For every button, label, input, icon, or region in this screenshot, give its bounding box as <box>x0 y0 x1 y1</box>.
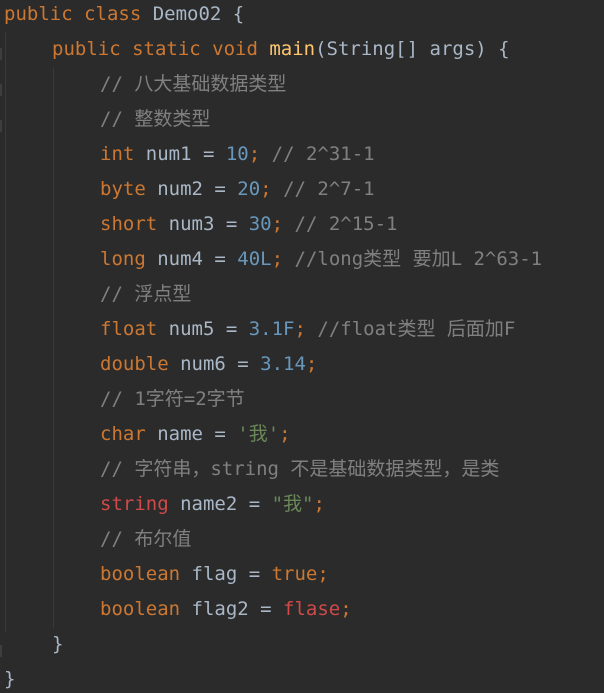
code-editor[interactable]: public class Demo02 {public static void … <box>0 0 604 693</box>
code-token: num2 = <box>157 178 238 200</box>
code-line[interactable]: // 整数类型 <box>100 102 210 137</box>
code-token: int <box>100 143 146 165</box>
code-token: // 八大基础数据类型 <box>100 73 287 95</box>
code-token: '我' <box>237 423 280 445</box>
code-token: 10 <box>225 143 249 165</box>
code-token: // 1字符=2字节 <box>100 388 245 410</box>
code-token: num4 = <box>157 248 238 270</box>
code-line[interactable]: // 字符串，string 不是基础数据类型，是类 <box>100 452 499 487</box>
gutter-fold-marker <box>0 120 2 132</box>
code-token: ; <box>294 318 318 340</box>
code-line[interactable]: boolean flag2 = flase; <box>100 592 352 627</box>
code-token: num3 = <box>168 213 249 235</box>
code-line[interactable]: char name = '我'; <box>100 417 291 452</box>
code-token: name = <box>157 423 238 445</box>
code-token: (String[] args) { <box>315 38 510 60</box>
gutter-fold-marker <box>0 645 2 657</box>
code-token: 3.1F <box>248 318 295 340</box>
code-line[interactable]: } <box>4 662 15 693</box>
code-token: // 字符串，string 不是基础数据类型，是类 <box>100 458 500 480</box>
indent-guide <box>5 32 6 632</box>
code-token: 30 <box>248 213 272 235</box>
code-token: ; <box>271 213 295 235</box>
code-line[interactable]: int num1 = 10; // 2^31-1 <box>100 137 375 172</box>
code-token: name2 = <box>180 493 272 515</box>
code-token: } <box>52 633 64 655</box>
code-token: flag = <box>191 563 272 585</box>
code-token: //float类型 后面加F <box>317 318 516 340</box>
code-line[interactable]: public class Demo02 { <box>4 0 244 32</box>
code-token: boolean <box>100 598 192 620</box>
code-token: // 2^15-1 <box>294 213 398 235</box>
code-token: ; <box>305 353 318 375</box>
code-line[interactable]: float num5 = 3.1F; //float类型 后面加F <box>100 312 515 347</box>
code-token: num6 = <box>180 353 261 375</box>
gutter-fold-marker <box>0 48 2 60</box>
code-token: //long类型 要加L 2^63-1 <box>294 248 543 270</box>
code-token: // 2^31-1 <box>271 143 375 165</box>
code-token: num1 = <box>145 143 226 165</box>
code-token: 3.14 <box>260 353 306 375</box>
indent-guide <box>53 68 54 628</box>
code-token: ; <box>248 143 272 165</box>
code-token: ; <box>340 598 352 620</box>
code-token: ; <box>279 423 291 445</box>
code-token: 40L <box>237 248 272 270</box>
code-token: string <box>100 493 181 515</box>
code-line[interactable]: // 1字符=2字节 <box>100 382 245 417</box>
code-token: ; <box>260 178 284 200</box>
code-line[interactable]: double num6 = 3.14; <box>100 347 317 382</box>
code-line[interactable]: short num3 = 30; // 2^15-1 <box>100 207 397 242</box>
code-token: byte <box>100 178 158 200</box>
code-token: num5 = <box>168 318 249 340</box>
code-token: ; <box>313 493 325 515</box>
code-token: flase <box>283 598 341 620</box>
gutter-fold-marker <box>0 84 2 96</box>
code-line[interactable]: boolean flag = true; <box>100 557 329 592</box>
code-line[interactable]: byte num2 = 20; // 2^7-1 <box>100 172 375 207</box>
code-token: Demo02 { <box>152 3 245 25</box>
code-token: boolean <box>100 563 192 585</box>
code-token: double <box>100 353 181 375</box>
code-line[interactable]: } <box>52 627 63 662</box>
code-token: true; <box>271 563 329 585</box>
code-line[interactable]: // 布尔值 <box>100 522 191 557</box>
code-token: // 整数类型 <box>100 108 211 130</box>
code-line[interactable]: long num4 = 40L; //long类型 要加L 2^63-1 <box>100 242 542 277</box>
code-token: long <box>100 248 158 270</box>
code-token: float <box>100 318 169 340</box>
code-token: "我" <box>271 493 314 515</box>
code-token: main <box>269 38 316 60</box>
code-token: short <box>100 213 169 235</box>
code-token: // 浮点型 <box>100 283 192 305</box>
code-line[interactable]: // 浮点型 <box>100 277 191 312</box>
code-token: // 2^7-1 <box>283 178 375 200</box>
code-line[interactable]: public static void main(String[] args) { <box>52 32 510 67</box>
code-token: ; <box>271 248 295 270</box>
code-token: 20 <box>237 178 261 200</box>
code-token: char <box>100 423 158 445</box>
code-line[interactable]: string name2 = "我"; <box>100 487 325 522</box>
code-token: // 布尔值 <box>100 528 192 550</box>
code-token: flag2 = <box>191 598 284 620</box>
code-token: } <box>4 668 16 690</box>
code-token: public class <box>4 3 153 25</box>
code-line[interactable]: // 八大基础数据类型 <box>100 67 286 102</box>
code-token: public static void <box>52 38 270 60</box>
